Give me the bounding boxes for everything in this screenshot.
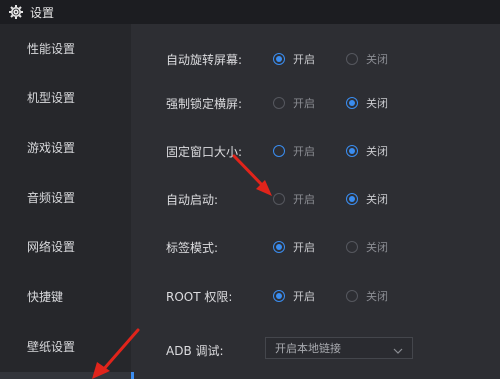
option-label: 关闭 bbox=[366, 290, 388, 303]
radio-unchecked-icon bbox=[346, 53, 358, 65]
sidebar-item-shortcuts[interactable]: 快捷键 bbox=[0, 281, 131, 311]
radio-unchecked-icon bbox=[273, 193, 285, 205]
root-on-radio[interactable]: 开启 bbox=[273, 286, 315, 306]
sidebar-item-label: 机型设置 bbox=[27, 90, 76, 105]
auto-start-off-radio[interactable]: 关闭 bbox=[346, 189, 388, 209]
sidebar-item-network[interactable]: 网络设置 bbox=[0, 231, 131, 261]
setting-label: 自动启动: bbox=[166, 193, 219, 207]
chevron-down-icon bbox=[393, 344, 403, 354]
select-value: 开启本地链接 bbox=[275, 342, 341, 355]
setting-tab-mode: 标签模式: 开启 关闭 bbox=[166, 237, 496, 257]
setting-auto-rotate: 自动旋转屏幕: 开启 关闭 bbox=[166, 49, 496, 69]
sidebar-item-label: 音频设置 bbox=[27, 190, 76, 205]
option-label: 开启 bbox=[293, 145, 315, 158]
radio-checked-icon bbox=[273, 241, 285, 253]
radio-unchecked-icon bbox=[273, 145, 285, 157]
setting-label: 标签模式: bbox=[166, 241, 219, 255]
option-label: 关闭 bbox=[366, 193, 388, 206]
radio-unchecked-icon bbox=[346, 290, 358, 302]
setting-fixed-window: 固定窗口大小: 开启 关闭 bbox=[166, 141, 496, 161]
auto-rotate-on-radio[interactable]: 开启 bbox=[273, 49, 315, 69]
tab-mode-off-radio[interactable]: 关闭 bbox=[346, 237, 388, 257]
adb-mode-select[interactable]: 开启本地链接 bbox=[265, 337, 413, 359]
title-bar: 设置 bbox=[0, 0, 500, 24]
fixed-window-off-radio[interactable]: 关闭 bbox=[346, 141, 388, 161]
settings-panel: 自动旋转屏幕: 开启 关闭 强制锁定横屏: 开启 关闭 固定窗口大小: 开启 关… bbox=[134, 24, 500, 379]
setting-label: 强制锁定横屏: bbox=[166, 97, 243, 111]
setting-label: 固定窗口大小: bbox=[166, 145, 243, 159]
radio-checked-icon bbox=[273, 53, 285, 65]
radio-unchecked-icon bbox=[346, 241, 358, 253]
setting-label: ADB 调试: bbox=[166, 344, 224, 358]
sidebar-item-label: 性能设置 bbox=[27, 41, 76, 56]
option-label: 关闭 bbox=[366, 145, 388, 158]
setting-force-landscape: 强制锁定横屏: 开启 关闭 bbox=[166, 93, 496, 113]
setting-root: ROOT 权限: 开启 关闭 bbox=[166, 286, 496, 306]
radio-checked-icon bbox=[346, 145, 358, 157]
radio-unchecked-icon bbox=[273, 97, 285, 109]
gear-icon bbox=[8, 4, 24, 20]
sidebar-item-label: 游戏设置 bbox=[27, 140, 76, 155]
root-off-radio[interactable]: 关闭 bbox=[346, 286, 388, 306]
window-title: 设置 bbox=[30, 5, 55, 20]
sidebar-item-model[interactable]: 机型设置 bbox=[0, 82, 131, 112]
tab-mode-on-radio[interactable]: 开启 bbox=[273, 237, 315, 257]
fixed-window-on-radio[interactable]: 开启 bbox=[273, 141, 315, 161]
setting-label: 自动旋转屏幕: bbox=[166, 53, 243, 67]
option-label: 开启 bbox=[293, 241, 315, 254]
force-landscape-on-radio[interactable]: 开启 bbox=[273, 93, 315, 113]
auto-rotate-off-radio[interactable]: 关闭 bbox=[346, 49, 388, 69]
auto-start-on-radio[interactable]: 开启 bbox=[273, 189, 315, 209]
sidebar-item-performance[interactable]: 性能设置 bbox=[0, 33, 131, 63]
radio-checked-icon bbox=[346, 97, 358, 109]
option-label: 关闭 bbox=[366, 53, 388, 66]
force-landscape-off-radio[interactable]: 关闭 bbox=[346, 93, 388, 113]
sidebar-item-audio[interactable]: 音频设置 bbox=[0, 182, 131, 212]
option-label: 开启 bbox=[293, 53, 315, 66]
radio-checked-icon bbox=[346, 193, 358, 205]
option-label: 关闭 bbox=[366, 97, 388, 110]
option-label: 开启 bbox=[293, 97, 315, 110]
sidebar-item-wallpaper[interactable]: 壁纸设置 bbox=[0, 331, 131, 361]
sidebar-item-label: 快捷键 bbox=[27, 289, 64, 304]
setting-auto-start: 自动启动: 开启 关闭 bbox=[166, 189, 496, 209]
sidebar-item-label: 壁纸设置 bbox=[27, 339, 76, 354]
sidebar: 性能设置 机型设置 游戏设置 音频设置 网络设置 快捷键 壁纸设置 bbox=[0, 24, 131, 379]
sidebar-item-label: 网络设置 bbox=[27, 239, 76, 254]
option-label: 开启 bbox=[293, 193, 315, 206]
sidebar-item-game[interactable]: 游戏设置 bbox=[0, 132, 131, 162]
option-label: 开启 bbox=[293, 290, 315, 303]
option-label: 关闭 bbox=[366, 241, 388, 254]
radio-checked-icon bbox=[273, 290, 285, 302]
setting-label: ROOT 权限: bbox=[166, 290, 233, 304]
sidebar-item-selected[interactable] bbox=[0, 372, 131, 379]
